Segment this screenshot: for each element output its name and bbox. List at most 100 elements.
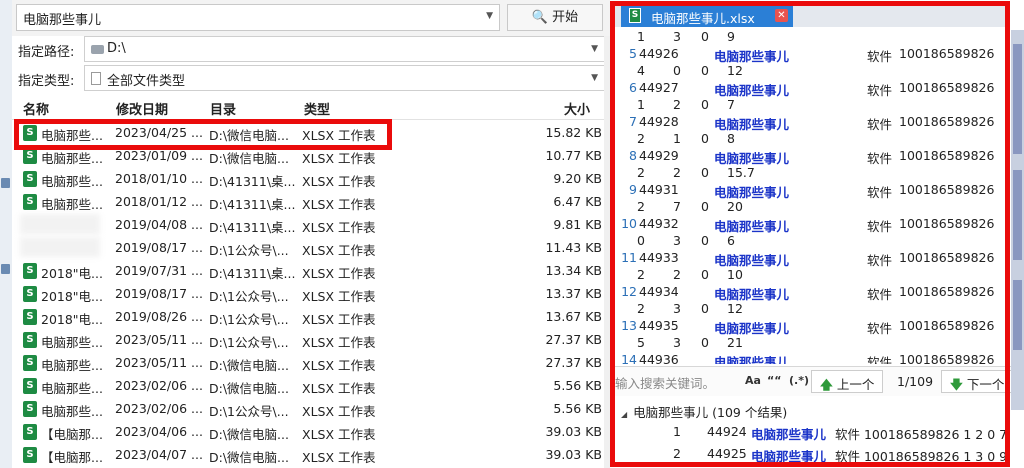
data-line: 2 3 0 12 [615, 300, 1001, 317]
whole-word-toggle[interactable]: ““ [767, 374, 781, 387]
regex-toggle[interactable]: (.*) [789, 374, 809, 387]
file-row[interactable]: S 2018"电... 2019/07/31 ... D:\41311\桌... XLS… [12, 259, 610, 282]
chevron-down-icon[interactable]: ▼ [591, 73, 598, 83]
file-type: XLSX 工作表 [302, 197, 376, 212]
path-combo[interactable]: D:\ ▼ [84, 36, 605, 62]
cell-value: 44924 [707, 424, 747, 439]
result-row[interactable]: 1 44924 电脑那些事儿 软件 100186589826 1 2 0 7 [615, 422, 1015, 442]
find-prev-button[interactable]: 🡅 上一个 [811, 370, 884, 393]
find-next-button[interactable]: 🡇 下一个 [941, 370, 1014, 393]
data-line: 14 44936 电脑那些事儿 软件 100186589826 [615, 351, 1001, 364]
file-row[interactable]: S 电脑那些... 2023/05/11 ... D:\1公众号\... XLSX 工作… [12, 328, 610, 351]
data-line: 9 44931 电脑那些事儿 软件 100186589826 [615, 181, 1001, 200]
column-date[interactable]: 修改日期 [116, 99, 168, 118]
data-line: 12 44934 电脑那些事儿 软件 100186589826 [615, 283, 1001, 302]
file-row[interactable]: 2019/08/17 ... D:\1公众号\... XLSX 工作表 11.43 K… [12, 236, 610, 259]
cell-value: 0 [673, 63, 681, 78]
desktop-shortcut-icon[interactable] [1, 178, 10, 188]
file-dir: D:\微信电脑... [209, 358, 289, 373]
file-type: XLSX 工作表 [302, 427, 376, 442]
cell-value: 0 [701, 199, 709, 214]
data-line: 11 44933 电脑那些事儿 软件 100186589826 [615, 249, 1001, 268]
file-row[interactable]: S 2018"电... 2019/08/17 ... D:\1公众号\... XLSX … [12, 282, 610, 305]
cell-value: 2 [637, 301, 645, 316]
file-date: 2019/07/31 ... [115, 263, 203, 278]
app-window: 电脑那些事儿 ▼ 🔍 开始 指定路径: D:\ ▼ 指定类型: 全部文件类型 ▼ … [0, 0, 1024, 468]
match-counter: 1/109 [897, 374, 934, 389]
file-row[interactable]: 2019/04/08 ... D:\41311\桌... XLSX 工作表 9.81 … [12, 213, 610, 236]
file-dir: D:\1公众号\... [209, 404, 289, 419]
file-date: 2023/05/11 ... [115, 332, 203, 347]
data-line: 5 44926 电脑那些事儿 软件 100186589826 [615, 45, 1001, 64]
cell-value: 0 [701, 131, 709, 146]
data-line: 2 2 0 10 [615, 266, 1001, 283]
filetype-combo[interactable]: 全部文件类型 ▼ [84, 65, 605, 91]
match-case-toggle[interactable]: Aa [745, 374, 761, 387]
search-input[interactable]: 电脑那些事儿 ▼ [16, 4, 500, 31]
keyword-highlight: 电脑那些事儿 [714, 355, 790, 364]
blurred-region [20, 214, 100, 234]
file-type: XLSX 工作表 [302, 289, 376, 304]
cell-value: 3 [673, 301, 681, 316]
blurred-region [20, 237, 100, 257]
file-dir: D:\41311\桌... [209, 266, 296, 281]
file-size: 11.43 KB [545, 240, 602, 255]
preview-scrollbar[interactable] [1011, 30, 1024, 410]
search-toolbar: 电脑那些事儿 ▼ 🔍 开始 [12, 0, 610, 36]
close-icon[interactable]: ✕ [775, 9, 788, 22]
cell-value: 0 [701, 301, 709, 316]
file-row[interactable]: S 电脑那些... 2018/01/10 ... D:\41311\桌... XLSX … [12, 167, 610, 190]
chevron-down-icon[interactable]: ▼ [591, 44, 598, 54]
cell-value: 100186589826 [899, 182, 995, 197]
preview-panel: S 电脑那些事儿.xlsx ✕ 1 3 0 9 5 44926 电脑那些事儿 软件 100186… [610, 0, 1024, 468]
cell-value: 7 [727, 97, 735, 112]
desktop-shortcut-icon[interactable] [1, 264, 10, 274]
cell-value: 1 [637, 29, 645, 44]
file-row[interactable]: S 【电脑那... 2023/04/06 ... D:\微信电脑... XLSX 工作表… [12, 420, 610, 443]
file-search-panel: 电脑那些事儿 ▼ 🔍 开始 指定路径: D:\ ▼ 指定类型: 全部文件类型 ▼ … [12, 0, 610, 468]
results-header-text: 电脑那些事儿 (109 个结果) [633, 405, 788, 420]
cell-value: 44934 [639, 284, 679, 299]
cell-value: 12 [727, 301, 743, 316]
file-size: 9.81 KB [553, 217, 602, 232]
results-header[interactable]: ◢ 电脑那些事儿 (109 个结果) [621, 402, 787, 421]
collapse-caret-icon[interactable]: ◢ [621, 410, 627, 419]
find-input[interactable]: 输入搜索关键词。 [615, 373, 733, 391]
cell-value: 2 [637, 267, 645, 282]
file-row[interactable]: S 【电脑那... 2023/04/07 ... D:\微信电脑... XLSX 工作表… [12, 443, 610, 466]
column-type[interactable]: 类型 [304, 99, 330, 118]
column-size[interactable]: 大小 [564, 99, 590, 118]
result-number: 1 [673, 424, 681, 439]
cell-value: 44929 [639, 148, 679, 163]
file-name: 【电脑那... [41, 450, 103, 465]
desktop-strip [0, 0, 12, 468]
column-name[interactable]: 名称 [23, 99, 49, 118]
tab-preview-file[interactable]: S 电脑那些事儿.xlsx ✕ [621, 5, 793, 27]
file-size: 10.77 KB [545, 148, 602, 163]
file-size: 6.47 KB [553, 194, 602, 209]
data-line: 4 0 0 12 [615, 62, 1001, 79]
file-size: 13.37 KB [545, 286, 602, 301]
preview-content: 1 3 0 9 5 44926 电脑那些事儿 软件 100186589826 4 0 0 12 6 4492… [615, 27, 1001, 364]
file-name: 电脑那些... [41, 358, 103, 373]
start-search-button[interactable]: 🔍 开始 [507, 4, 603, 31]
file-row[interactable]: S 电脑那些... 2018/01/12 ... D:\41311\桌... XLSX … [12, 190, 610, 213]
file-row[interactable]: S 2018"电... 2019/08/26 ... D:\1公众号\... XLSX … [12, 305, 610, 328]
scroll-thumb[interactable] [1013, 280, 1022, 350]
file-row[interactable]: S 电脑那些... 2023/02/06 ... D:\1公众号\... XLSX 工作… [12, 397, 610, 420]
scroll-thumb[interactable] [1013, 170, 1022, 260]
cell-value: 100186589826 [899, 148, 995, 163]
file-name: 电脑那些... [41, 335, 103, 350]
file-date: 2023/04/06 ... [115, 424, 203, 439]
cell-value: 44925 [707, 446, 747, 461]
result-row[interactable]: 2 44925 电脑那些事儿 软件 100186589826 1 3 0 9 [615, 444, 1015, 464]
column-dir[interactable]: 目录 [210, 99, 236, 118]
chevron-down-icon[interactable]: ▼ [486, 11, 493, 21]
file-row[interactable]: S 电脑那些... 2023/02/06 ... D:\微信电脑... XLSX 工作表… [12, 374, 610, 397]
cell-value: 8 [727, 131, 735, 146]
scroll-thumb[interactable] [1013, 44, 1022, 154]
xlsx-file-icon: S [23, 171, 37, 187]
data-line: 6 44927 电脑那些事儿 软件 100186589826 [615, 79, 1001, 98]
search-icon: 🔍 [531, 10, 549, 25]
file-row[interactable]: S 电脑那些... 2023/05/11 ... D:\微信电脑... XLSX 工作表… [12, 351, 610, 374]
